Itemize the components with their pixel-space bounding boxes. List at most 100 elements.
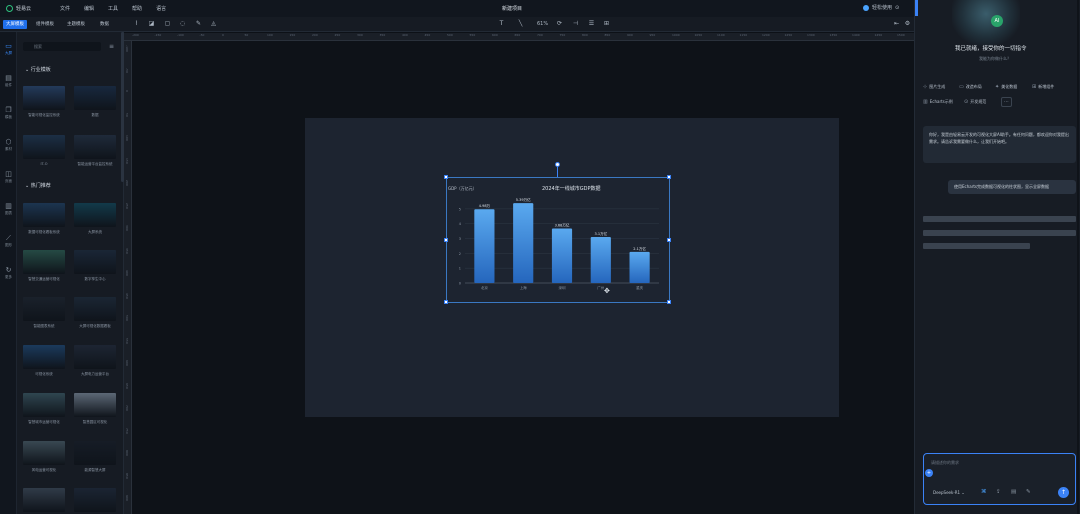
template-card[interactable] bbox=[74, 135, 116, 159]
chart-icon: ▥ bbox=[5, 202, 12, 210]
user-menu[interactable]: 轻松使用 ⊙ bbox=[863, 4, 899, 11]
resize-handle-mr[interactable] bbox=[667, 238, 671, 242]
tab-screen-templates[interactable]: 大屏模板 bbox=[3, 20, 27, 29]
chip-image-gen[interactable]: ⊹ 图片生成 bbox=[923, 82, 945, 92]
menu-edit[interactable]: 编辑 bbox=[84, 5, 94, 12]
y-tick-label: 5 bbox=[459, 207, 461, 211]
tab-data[interactable]: 数据 bbox=[97, 20, 112, 29]
app-logo[interactable]: 轻易云 bbox=[6, 5, 46, 12]
template-card[interactable] bbox=[23, 135, 65, 159]
chart-icon[interactable]: ▤ bbox=[1011, 489, 1016, 495]
align-icon[interactable]: ⊣ bbox=[572, 20, 579, 28]
template-card[interactable] bbox=[74, 86, 116, 110]
bar-北京[interactable] bbox=[474, 209, 495, 283]
list-view-icon[interactable]: ≡ bbox=[109, 43, 114, 50]
resize-handle-ml[interactable] bbox=[444, 238, 448, 242]
template-card[interactable] bbox=[74, 488, 116, 512]
y-tick-label: 4 bbox=[459, 222, 462, 226]
loading-skeleton-line bbox=[923, 230, 1076, 236]
template-card[interactable] bbox=[23, 203, 65, 227]
deep-think-icon[interactable]: ⌘ bbox=[981, 489, 987, 495]
template-card[interactable] bbox=[74, 345, 116, 369]
circle-icon[interactable]: ◌ bbox=[179, 20, 186, 28]
menu-tools[interactable]: 工具 bbox=[108, 5, 118, 12]
rail-item-chart[interactable]: ▥ 图表 bbox=[0, 202, 17, 216]
section-industry[interactable]: ⌄ 行业模板 bbox=[25, 66, 51, 73]
menu-help[interactable]: 帮助 bbox=[132, 5, 142, 12]
help-icon[interactable]: ⊙ bbox=[895, 5, 899, 11]
menu-file[interactable]: 文件 bbox=[60, 5, 70, 12]
attach-icon[interactable]: + bbox=[925, 469, 933, 477]
resize-handle-bl[interactable] bbox=[444, 300, 448, 304]
rail-item-more[interactable]: ↻ 更多 bbox=[0, 266, 17, 280]
resize-handle-tl[interactable] bbox=[444, 175, 448, 179]
chip-spec[interactable]: ⊙ 开发规范 bbox=[964, 97, 986, 107]
tab-theme-templates[interactable]: 主题模板 bbox=[64, 20, 88, 29]
template-card[interactable] bbox=[74, 441, 116, 465]
ai-panel-scrollbar[interactable] bbox=[1077, 0, 1079, 514]
template-card[interactable] bbox=[23, 297, 65, 321]
ai-input-box[interactable]: 请描述你的需求 + DeepSeek-R1 ⌄ ⌘ ⇪ ▤ ✎ ↑ bbox=[923, 453, 1076, 505]
bar-data-label: 4.98万 bbox=[479, 204, 491, 208]
shape-icon[interactable]: ◬ bbox=[210, 20, 217, 28]
bar-chart-component[interactable]: 2024年一线城市GDP数据 GDP（万亿元） 0 1 2 3 4 5 4.98万 北京 5.… bbox=[446, 177, 670, 303]
document-title[interactable]: 新建项目 bbox=[502, 5, 522, 12]
model-select[interactable]: DeepSeek-R1 ⌄ bbox=[933, 490, 965, 495]
bar-广州[interactable] bbox=[590, 237, 611, 283]
settings-icon[interactable]: ⚙ bbox=[904, 20, 911, 28]
zoom-level[interactable]: 61% bbox=[537, 20, 548, 28]
bar-深圳[interactable] bbox=[551, 228, 573, 283]
rail-item-screen[interactable]: ▭ 大屏 bbox=[0, 42, 17, 56]
template-card[interactable] bbox=[23, 488, 65, 512]
template-search-input[interactable]: 搜索 bbox=[23, 42, 101, 51]
rail-item-page[interactable]: ◫ 页面 bbox=[0, 170, 17, 184]
template-card[interactable] bbox=[23, 441, 65, 465]
pointer-icon[interactable]: ⌇ bbox=[133, 20, 140, 28]
more-chips-button[interactable]: ⋯ bbox=[1001, 97, 1012, 107]
menu-language[interactable]: 语言 bbox=[156, 5, 166, 12]
chip-layout[interactable]: ▭ 改造布局 bbox=[959, 82, 982, 92]
rectangle-icon[interactable]: ▢ bbox=[164, 20, 171, 28]
template-card[interactable] bbox=[23, 393, 65, 417]
resize-handle-br[interactable] bbox=[667, 300, 671, 304]
refresh-icon: ↻ bbox=[5, 266, 12, 274]
pen-icon[interactable]: ✎ bbox=[195, 20, 202, 28]
ruler-tick-label: 250 bbox=[125, 202, 129, 209]
ruler-tick-label: -50 bbox=[199, 33, 205, 37]
template-card[interactable] bbox=[74, 250, 116, 274]
template-card[interactable] bbox=[23, 345, 65, 369]
rotate-icon[interactable]: ⟳ bbox=[556, 20, 563, 28]
tab-component-templates[interactable]: 组件模板 bbox=[33, 20, 57, 29]
ruler-tick-label: 600 bbox=[492, 33, 498, 37]
distribute-icon[interactable]: ☰ bbox=[588, 20, 595, 28]
send-button[interactable]: ↑ bbox=[1058, 487, 1069, 498]
rail-item-graphic[interactable]: ⟋ 图形 bbox=[0, 234, 17, 248]
rotate-handle[interactable] bbox=[555, 162, 560, 167]
template-card[interactable] bbox=[74, 203, 116, 227]
text-tool-icon[interactable]: T bbox=[498, 20, 505, 28]
template-card[interactable] bbox=[74, 393, 116, 417]
grid-icon[interactable]: ⊞ bbox=[603, 20, 610, 28]
template-card[interactable] bbox=[74, 297, 116, 321]
frame-icon[interactable]: ◪ bbox=[148, 20, 155, 28]
template-card[interactable] bbox=[23, 250, 65, 274]
panel-toggle-icon[interactable]: ⇤ bbox=[893, 20, 900, 28]
rail-item-material[interactable]: ⬡ 素材 bbox=[0, 138, 17, 152]
bar-重庆[interactable] bbox=[629, 251, 650, 283]
brush-icon[interactable]: ✎ bbox=[1026, 489, 1031, 495]
section-hot[interactable]: ⌄ 热门推荐 bbox=[25, 182, 51, 189]
user-message-bubble: 使用Echarts完成数据可视化的柱状图，显示全屏数据 bbox=[948, 180, 1076, 194]
bar-上海[interactable] bbox=[513, 203, 534, 283]
upload-icon[interactable]: ⇪ bbox=[996, 489, 1001, 495]
rail-item-template[interactable]: ❐ 模板 bbox=[0, 106, 17, 120]
rail-item-component[interactable]: ▤ 组件 bbox=[0, 74, 17, 88]
resize-handle-tr[interactable] bbox=[667, 175, 671, 179]
ruler-tick-label: 1300 bbox=[807, 33, 815, 37]
toolbar: 大屏模板 组件模板 主题模板 数据 ⌇ ◪ ▢ ◌ ✎ ◬ T ╲ 61% ⟳ … bbox=[0, 17, 914, 32]
chip-beautify[interactable]: ✦ 美化数据 bbox=[995, 82, 1017, 92]
chip-add-component[interactable]: ⊞ 新增组件 bbox=[1032, 82, 1054, 92]
chip-echarts[interactable]: ▥ Echarts示例 bbox=[923, 97, 953, 107]
line-tool-icon[interactable]: ╲ bbox=[517, 20, 524, 28]
ruler-tick-label: 400 bbox=[125, 270, 129, 276]
template-card[interactable] bbox=[23, 86, 65, 110]
